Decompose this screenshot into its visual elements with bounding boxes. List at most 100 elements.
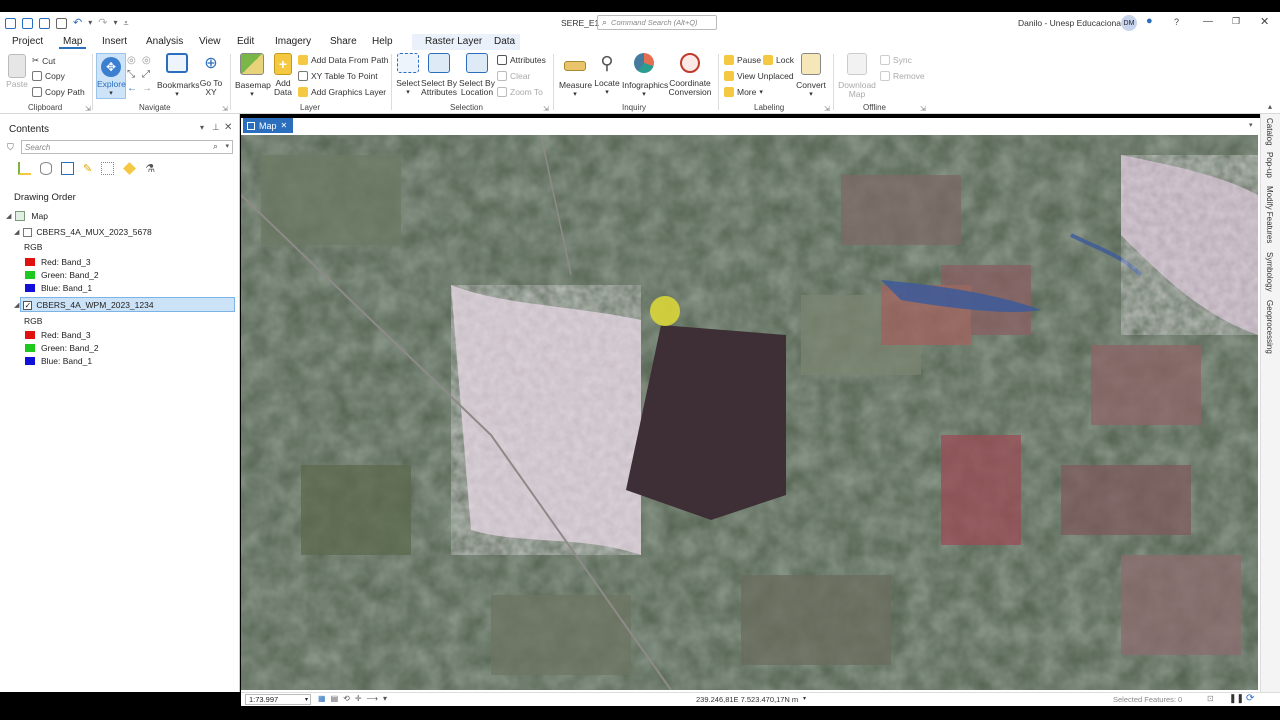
tab-share[interactable]: Share [326, 36, 361, 47]
refresh-icon[interactable]: ⟳ [1246, 693, 1254, 704]
minimize-icon[interactable]: — [1203, 16, 1213, 27]
layer-visibility-checkbox[interactable] [23, 227, 33, 237]
scale-selector[interactable]: 1:73.997 ▾ [245, 694, 311, 705]
attributes-button[interactable]: Attributes [497, 55, 546, 65]
tab-insert[interactable]: Insert [98, 36, 131, 47]
locate-button[interactable]: ⚲ Locate ▾ [593, 53, 621, 97]
lock-button[interactable]: Lock [763, 55, 794, 65]
view-tools-dropdown-icon[interactable]: ▾ [383, 694, 387, 703]
cut-button[interactable]: ✂ Cut [32, 55, 55, 66]
catalog-tab[interactable]: Catalog [1265, 118, 1274, 146]
list-by-data-source-icon[interactable] [40, 162, 52, 175]
list-by-snapping-icon[interactable] [101, 162, 115, 175]
constraints-icon[interactable]: ✛ [355, 694, 362, 703]
open-project-icon[interactable] [22, 18, 33, 29]
search-icon[interactable]: ⌕ [213, 141, 218, 152]
search-dropdown-icon[interactable]: ▾ [225, 142, 229, 150]
select-by-location-button[interactable]: Select By Location [459, 53, 495, 97]
print-icon[interactable] [56, 18, 67, 29]
list-by-perspective-icon[interactable]: ⚗ [145, 162, 155, 175]
full-extent-icon[interactable]: ◎ [127, 55, 139, 66]
zoom-out-icon[interactable]: ⤢ [142, 69, 154, 80]
fixed-zoom-icon[interactable]: ◎ [142, 55, 154, 66]
save-icon[interactable] [39, 18, 50, 29]
convert-button[interactable]: Convert ▾ [796, 53, 826, 99]
select-button[interactable]: Select ▾ [396, 53, 420, 97]
selection-refresh-icon[interactable]: ⊡ [1207, 694, 1214, 703]
popup-tab[interactable]: Pop-up [1265, 152, 1274, 178]
offline-launcher-icon[interactable]: ⇲ [920, 105, 926, 113]
collapse-ribbon-icon[interactable]: ▴ [1268, 102, 1272, 111]
redo-icon[interactable]: ↷ [98, 18, 107, 29]
more-button[interactable]: More ▾ [724, 87, 763, 97]
collapse-icon[interactable]: ◢ [14, 228, 19, 236]
clipboard-launcher-icon[interactable]: ⇲ [85, 105, 91, 113]
coordinates-dropdown-icon[interactable]: ▾ [803, 695, 806, 702]
pause-drawing-icon[interactable]: ❚❚ [1229, 693, 1244, 704]
layer-visibility-checkbox[interactable]: ✓ [23, 300, 33, 310]
add-graphics-layer-button[interactable]: Add Graphics Layer [298, 87, 386, 97]
add-data-button[interactable]: + Add Data [271, 53, 295, 97]
tab-edit[interactable]: Edit [233, 36, 258, 47]
close-tab-icon[interactable]: ✕ [281, 121, 288, 130]
list-by-labeling-icon[interactable] [123, 162, 137, 175]
collapse-icon[interactable]: ◢ [14, 301, 19, 309]
tab-map[interactable]: Map [59, 36, 87, 49]
command-search[interactable]: ⌕ Command Search (Alt+Q) [597, 15, 717, 30]
tab-project[interactable]: Project [8, 36, 47, 47]
collapse-icon[interactable]: ◢ [6, 212, 11, 220]
geoprocessing-tab[interactable]: Geoprocessing [1265, 300, 1274, 354]
tab-imagery[interactable]: Imagery [271, 36, 315, 47]
coordinate-conversion-button[interactable]: Coordinate Conversion [668, 53, 712, 97]
map-view-tab[interactable]: Map ✕ [243, 118, 293, 133]
map-tree-node[interactable]: ◢ Map [6, 209, 48, 223]
add-data-from-path-button[interactable]: Add Data From Path [298, 55, 388, 65]
notifications-icon[interactable]: ● [1146, 15, 1153, 27]
navigate-launcher-icon[interactable]: ⇲ [222, 105, 228, 113]
maximize-icon[interactable]: ❐ [1232, 16, 1240, 27]
avatar[interactable]: DM [1121, 15, 1137, 31]
zoom-to-button[interactable]: Zoom To [497, 87, 543, 97]
bookmarks-button[interactable]: Bookmarks ▾ [157, 53, 200, 99]
undo-icon[interactable]: ↶ [73, 18, 82, 29]
layer-row[interactable]: ◢ ✓ CBERS_4A_WPM_2023_1234 [14, 298, 154, 312]
tab-analysis[interactable]: Analysis [142, 36, 187, 47]
snapping-icon[interactable]: ▦ [318, 694, 326, 703]
go-to-xy-button[interactable]: ⊕ Go To XY [199, 53, 223, 97]
modify-features-tab[interactable]: Modify Features [1265, 186, 1274, 243]
help-icon[interactable]: ? [1174, 17, 1179, 27]
basemap-button[interactable]: Basemap ▾ [235, 53, 271, 99]
rotation-icon[interactable]: ⟲ [343, 694, 350, 703]
map-canvas[interactable] [241, 135, 1258, 690]
view-unplaced-button[interactable]: View Unplaced [724, 71, 794, 81]
explore-button[interactable]: ✥ Explore ▾ [96, 53, 126, 99]
pane-options-icon[interactable]: ▾ [200, 123, 204, 132]
new-project-icon[interactable] [5, 18, 16, 29]
selection-launcher-icon[interactable]: ⇲ [543, 105, 549, 113]
layer-row[interactable]: ◢ CBERS_4A_MUX_2023_5678 [14, 225, 152, 239]
user-name[interactable]: Danilo - Unesp Educacional [1018, 18, 1123, 28]
filter-icon[interactable]: ⛉ [7, 142, 14, 153]
infographics-button[interactable]: Infographics ▾ [622, 53, 668, 99]
tab-data[interactable]: Data [490, 36, 519, 47]
zoom-in-icon[interactable]: ⤡ [127, 69, 139, 80]
tab-raster-layer[interactable]: Raster Layer [421, 36, 486, 47]
sync-button[interactable]: Sync [880, 55, 912, 65]
close-icon[interactable]: ✕ [1260, 15, 1269, 28]
labeling-launcher-icon[interactable]: ⇲ [824, 105, 830, 113]
list-by-selection-icon[interactable] [61, 162, 74, 175]
xy-table-to-point-button[interactable]: XY Table To Point [298, 71, 378, 81]
copy-path-button[interactable]: Copy Path [32, 87, 85, 97]
download-map-button[interactable]: Download Map [838, 53, 876, 99]
clear-button[interactable]: Clear [497, 71, 530, 81]
copy-button[interactable]: Copy [32, 71, 65, 81]
select-by-attributes-button[interactable]: Select By Attributes [421, 53, 457, 97]
list-by-drawing-order-icon[interactable] [18, 162, 31, 175]
tab-list-icon[interactable]: ▾ [1249, 121, 1253, 129]
list-by-editing-icon[interactable]: ✎ [83, 162, 92, 175]
correction-icon[interactable]: ⟶ [367, 694, 378, 703]
pin-icon[interactable]: ⊥ [212, 122, 220, 133]
paste-button[interactable]: Paste [6, 54, 28, 89]
back-icon[interactable]: ← [127, 83, 139, 94]
undo-dropdown-icon[interactable]: ▾ [88, 18, 92, 29]
